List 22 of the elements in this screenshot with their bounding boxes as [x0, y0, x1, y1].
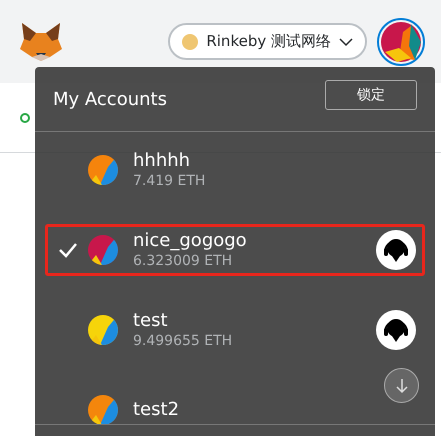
scroll-down-button[interactable]	[384, 368, 419, 403]
account-item-name: nice_gogogo	[133, 230, 248, 252]
account-item[interactable]: nice_gogogo 6.323009 ETH	[45, 224, 425, 276]
chevron-down-icon	[339, 36, 353, 46]
network-selector[interactable]: Rinkeby 测试网络	[168, 23, 367, 60]
account-item[interactable]: test2	[45, 384, 425, 424]
account-item-balance: 9.499655 ETH	[133, 332, 234, 350]
account-item-name: test2	[133, 399, 180, 421]
account-item[interactable]: hhhhh 7.419 ETH	[45, 144, 425, 196]
lock-button[interactable]: 锁定	[325, 80, 417, 110]
account-avatar-button[interactable]	[377, 18, 425, 66]
keyring-icon	[376, 310, 416, 350]
fox-logo-icon	[20, 22, 62, 60]
account-item-balance: 6.323009 ETH	[133, 252, 234, 270]
account-item-name: test	[133, 310, 169, 332]
keyring-icon	[376, 230, 416, 270]
account-item[interactable]: test 9.499655 ETH	[45, 304, 425, 356]
checkmark-icon	[58, 242, 78, 258]
account-item-balance: 7.419 ETH	[133, 172, 206, 190]
arrow-down-icon	[394, 378, 408, 394]
menu-title: My Accounts	[53, 88, 167, 112]
account-item-name: hhhhh	[133, 150, 192, 172]
